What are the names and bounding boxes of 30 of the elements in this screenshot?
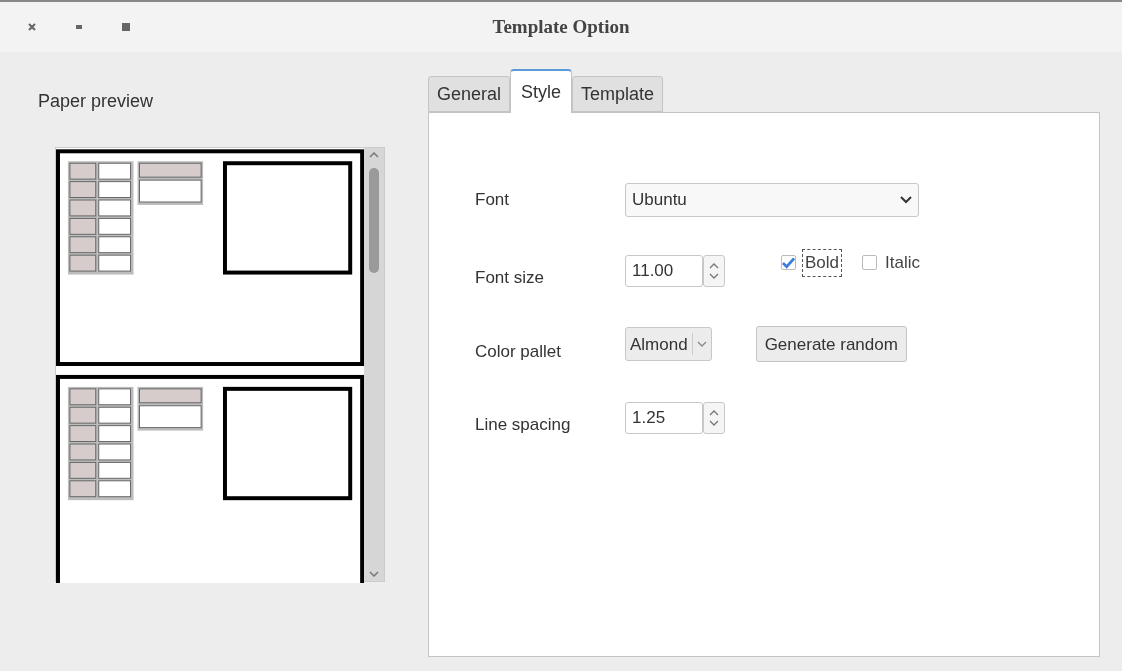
- panel-heading: Paper preview: [38, 90, 155, 113]
- spin-field[interactable]: 1.25: [625, 401, 703, 434]
- field-label: Font: [475, 189, 511, 212]
- generate-random-button[interactable]: Generate random: [755, 326, 907, 363]
- chevron-down-icon: [900, 196, 912, 204]
- down-caret-icon: [709, 272, 719, 280]
- field-label: Color pallet: [475, 340, 562, 363]
- font-dropdown[interactable]: Ubuntu: [625, 183, 919, 217]
- field-label: Font size: [475, 267, 545, 289]
- up-caret-icon: [709, 261, 719, 269]
- spin-field[interactable]: 11.00: [625, 254, 703, 287]
- tab[interactable]: General: [428, 76, 511, 112]
- color-pallet-dropdown[interactable]: Almond: [625, 327, 712, 362]
- scrollbar[interactable]: [364, 148, 384, 581]
- tab[interactable]: Template: [572, 76, 664, 112]
- checkbox[interactable]: [781, 255, 796, 271]
- down-caret-icon: [709, 419, 719, 427]
- close-icon[interactable]: [28, 23, 36, 31]
- chevron-down-icon: [696, 341, 707, 348]
- field-label: Line spacing: [475, 414, 572, 436]
- tab[interactable]: Style: [510, 69, 573, 113]
- scrollbar-thumb[interactable]: [369, 168, 380, 273]
- up-caret-icon: [709, 408, 719, 416]
- checkbox[interactable]: [862, 255, 878, 271]
- up-caret-icon[interactable]: [369, 152, 380, 158]
- checkbox-option[interactable]: Italic: [862, 250, 922, 276]
- spin-arrows[interactable]: [703, 401, 725, 434]
- spin-arrows[interactable]: [703, 254, 725, 287]
- down-caret-icon[interactable]: [369, 571, 380, 577]
- window-title: Template Option: [492, 14, 630, 39]
